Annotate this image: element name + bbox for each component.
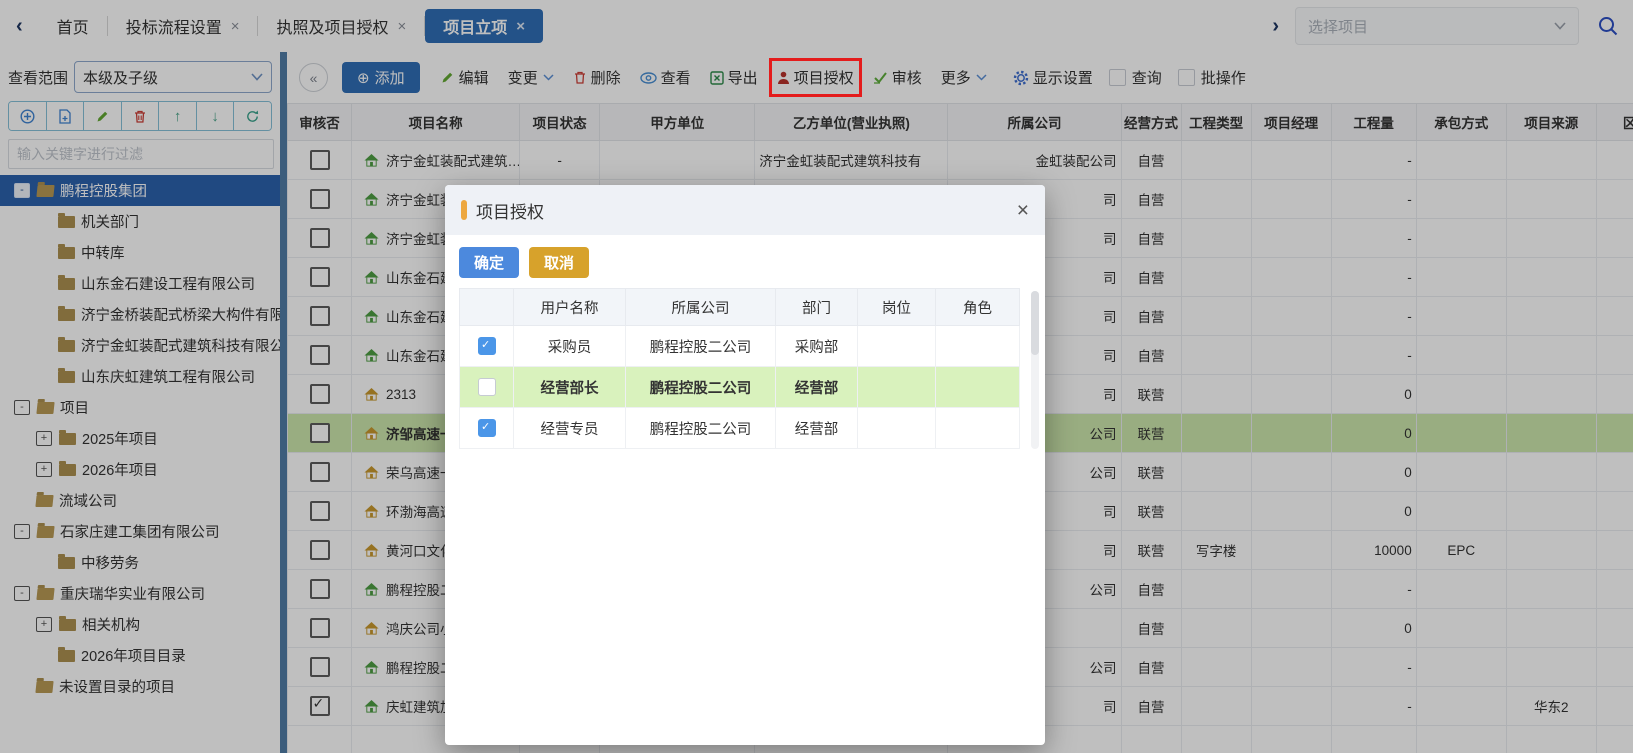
dialog-title: 项目授权 [476,198,544,223]
user-name-cell: 经营专员 [514,408,626,449]
title-accent-bar [461,200,467,220]
modal-column-header-用户名称: 用户名称 [514,289,626,326]
cancel-button[interactable]: 取消 [529,247,589,278]
scrollbar[interactable] [1031,291,1039,449]
user-company-cell: 鹏程控股二公司 [626,367,776,408]
user-name-cell: 采购员 [514,326,626,367]
user-role-cell [936,367,1020,408]
user-company-cell: 鹏程控股二公司 [626,408,776,449]
close-icon[interactable]: × [1017,200,1029,221]
user-post-cell [858,367,936,408]
select-cell [460,326,514,367]
confirm-button[interactable]: 确定 [459,247,519,278]
select-cell [460,408,514,449]
select-cell [460,367,514,408]
user-role-cell [936,326,1020,367]
annotation-highlight-box [769,58,862,97]
user-checkbox[interactable] [478,337,496,355]
project-authorize-dialog: 项目授权 × 确定 取消 用户名称所属公司部门岗位角色采购员鹏程控股二公司采购部… [445,185,1045,745]
user-company-cell: 鹏程控股二公司 [626,326,776,367]
modal-column-header-角色: 角色 [936,289,1020,326]
user-checkbox[interactable] [478,378,496,396]
modal-column-header-岗位: 岗位 [858,289,936,326]
scrollbar-thumb[interactable] [1031,291,1039,355]
dialog-body: 确定 取消 用户名称所属公司部门岗位角色采购员鹏程控股二公司采购部经营部长鹏程控… [445,235,1045,745]
modal-column-header-部门: 部门 [776,289,858,326]
user-post-cell [858,408,936,449]
dialog-header: 项目授权 × [445,185,1045,235]
user-row[interactable]: 经营专员鹏程控股二公司经营部 [460,408,1020,449]
user-checkbox[interactable] [478,419,496,437]
user-name-cell: 经营部长 [514,367,626,408]
project-authorize-button[interactable]: 项目授权 [777,67,854,88]
user-dept-cell: 经营部 [776,408,858,449]
user-dept-cell: 采购部 [776,326,858,367]
user-dept-cell: 经营部 [776,367,858,408]
user-row[interactable]: 经营部长鹏程控股二公司经营部 [460,367,1020,408]
user-role-cell [936,408,1020,449]
user-post-cell [858,326,936,367]
user-row[interactable]: 采购员鹏程控股二公司采购部 [460,326,1020,367]
modal-column-header-所属公司: 所属公司 [626,289,776,326]
select-column-header [460,289,514,326]
